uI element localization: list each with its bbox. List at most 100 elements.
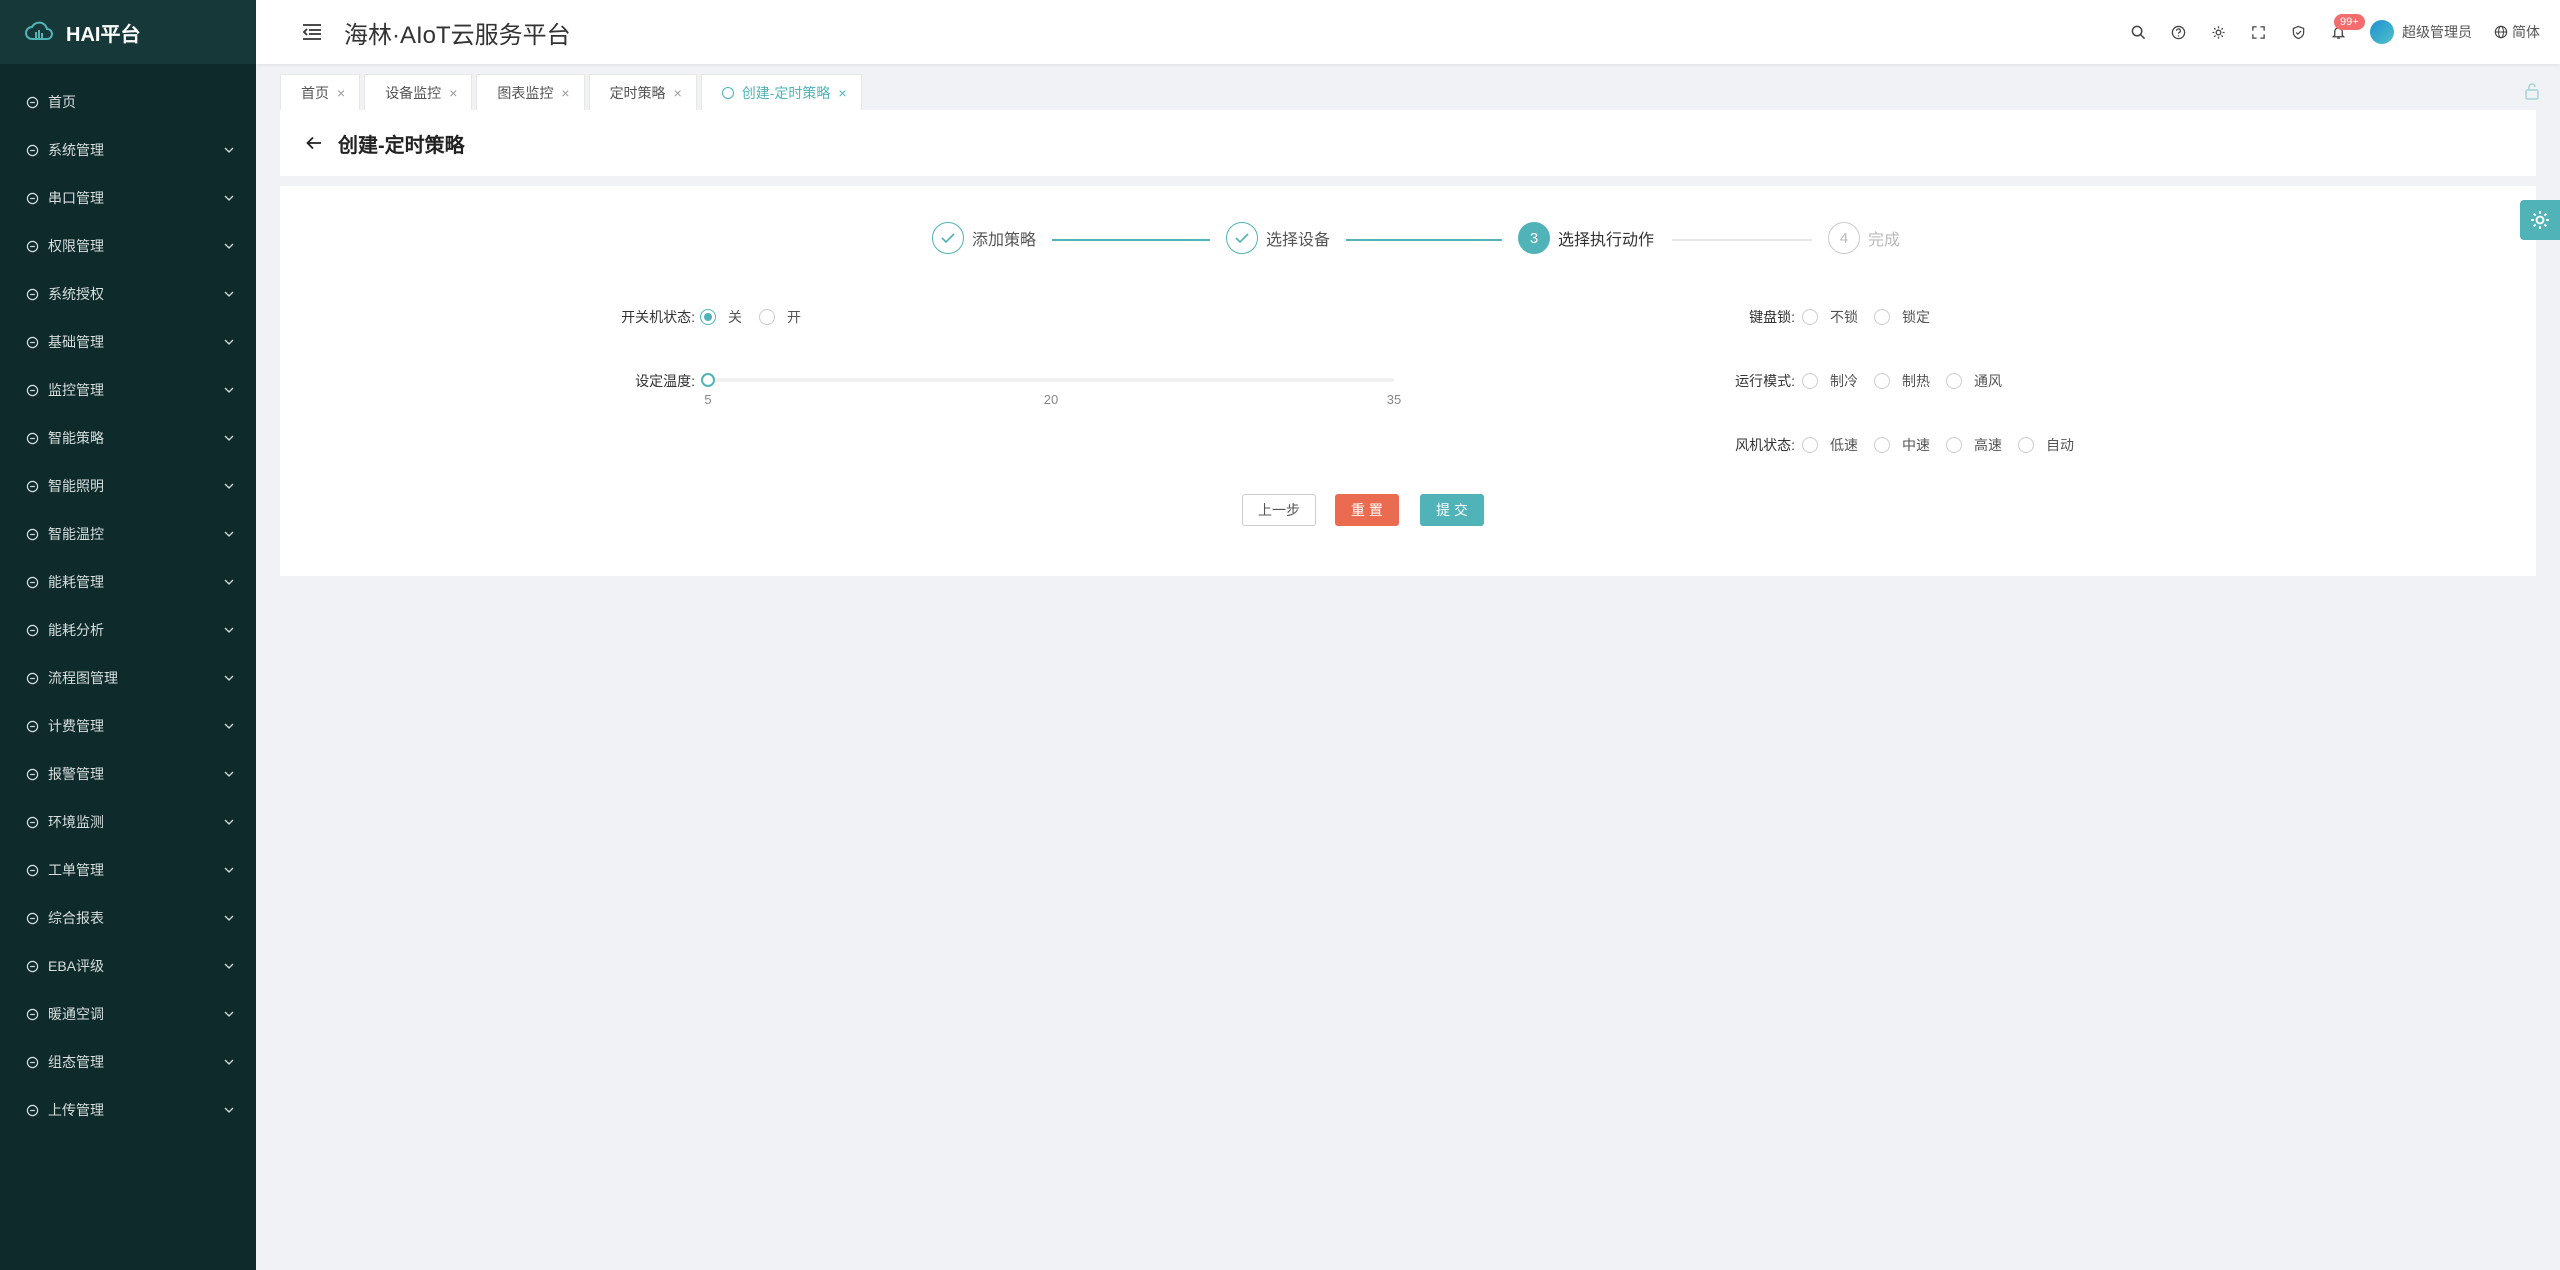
lock-icon[interactable]	[2524, 82, 2540, 100]
sidebar-item[interactable]: 智能温控	[0, 510, 256, 558]
sidebar-item[interactable]: 智能策略	[0, 414, 256, 462]
sidebar-item[interactable]: 系统管理	[0, 126, 256, 174]
fan-auto-radio[interactable]: 自动	[2018, 435, 2074, 455]
monitor-screen-icon	[24, 382, 40, 398]
tab[interactable]: 创建-定时策略 ×	[700, 74, 862, 110]
gear-icon[interactable]	[2198, 12, 2238, 52]
tab-label: 创建-定时策略	[741, 84, 831, 101]
logo[interactable]: HAI平台	[0, 0, 256, 64]
chevron-down-icon	[222, 815, 236, 829]
sidebar-item-label: 组态管理	[48, 1054, 104, 1070]
help-icon[interactable]	[2158, 12, 2198, 52]
reset-button[interactable]: 重 置	[1335, 494, 1399, 526]
sidebar-item[interactable]: 环境监测	[0, 798, 256, 846]
radio-dot	[1874, 309, 1890, 325]
user-menu[interactable]: 超级管理员	[2370, 20, 2472, 44]
sidebar-item-label: 计费管理	[48, 718, 104, 734]
search-icon[interactable]	[2118, 12, 2158, 52]
step-number: 4	[1828, 222, 1860, 254]
keyboard-unlock-radio[interactable]: 不锁	[1802, 307, 1858, 327]
close-icon[interactable]: ×	[449, 85, 457, 101]
back-arrow-icon[interactable]	[304, 133, 324, 153]
sidebar-item[interactable]: EBA评级	[0, 942, 256, 990]
mode-cool-radio[interactable]: 制冷	[1802, 371, 1858, 391]
sidebar-item-label: 流程图管理	[48, 670, 118, 686]
step-label: 选择执行动作	[1558, 232, 1655, 249]
close-icon[interactable]: ×	[561, 85, 569, 101]
sidebar-item[interactable]: 上传管理	[0, 1086, 256, 1134]
step-select-action: 3 选择执行动作	[1518, 222, 1654, 254]
power-off-radio[interactable]: 关	[700, 307, 742, 327]
sidebar-item[interactable]: 串口管理	[0, 174, 256, 222]
prev-step-button[interactable]: 上一步	[1242, 494, 1316, 526]
temperature-label: 设定温度:	[635, 373, 695, 389]
menu-fold-icon[interactable]	[298, 18, 326, 46]
close-icon[interactable]: ×	[838, 85, 846, 101]
tab[interactable]: 设备监控 ×	[364, 74, 473, 110]
chevron-down-icon	[222, 383, 236, 397]
submit-button[interactable]: 提 交	[1420, 494, 1484, 526]
run-mode-label: 运行模式:	[1735, 373, 1795, 389]
step-label: 完成	[1868, 232, 1901, 249]
flow-icon	[24, 670, 40, 686]
fan-low-radio[interactable]: 低速	[1802, 435, 1858, 455]
chevron-down-icon	[222, 479, 236, 493]
radio-label: 高速	[1974, 437, 2002, 453]
sidebar-item[interactable]: 组态管理	[0, 1038, 256, 1086]
sidebar-item[interactable]: 能耗管理	[0, 558, 256, 606]
chevron-down-icon	[222, 575, 236, 589]
radio-dot	[1802, 437, 1818, 453]
tab[interactable]: 首页 ×	[280, 74, 361, 110]
sidebar-item[interactable]: 综合报表	[0, 894, 256, 942]
sidebar-item[interactable]: 能耗分析	[0, 606, 256, 654]
radio-label: 开	[787, 309, 801, 325]
sidebar-item[interactable]: 暖通空调	[0, 990, 256, 1038]
home-icon	[24, 94, 40, 110]
power-on-radio[interactable]: 开	[759, 307, 801, 327]
mode-vent-radio[interactable]: 通风	[1946, 371, 2002, 391]
sidebar-item[interactable]: 权限管理	[0, 222, 256, 270]
chevron-down-icon	[222, 1007, 236, 1021]
fan-medium-radio[interactable]: 中速	[1874, 435, 1930, 455]
sidebar-item[interactable]: 基础管理	[0, 318, 256, 366]
language-switch[interactable]: 简体	[2494, 22, 2540, 42]
theme-settings-button[interactable]	[2520, 200, 2560, 240]
tab[interactable]: 图表监控 ×	[476, 74, 585, 110]
chevron-down-icon	[222, 191, 236, 205]
step-finish: 4 完成	[1828, 222, 1900, 254]
sidebar-item[interactable]: 计费管理	[0, 702, 256, 750]
close-icon[interactable]: ×	[674, 85, 682, 101]
sidebar-item[interactable]: 监控管理	[0, 366, 256, 414]
sidebar-item[interactable]: 报警管理	[0, 750, 256, 798]
config-icon	[24, 1054, 40, 1070]
fan-high-radio[interactable]: 高速	[1946, 435, 2002, 455]
globe-icon	[2494, 25, 2508, 39]
step-label: 添加策略	[972, 232, 1037, 249]
sidebar-item-label: 首页	[48, 94, 76, 110]
chevron-down-icon	[222, 287, 236, 301]
app-title: 海林·AIoT云服务平台	[344, 21, 571, 49]
mode-heat-radio[interactable]: 制热	[1874, 371, 1930, 391]
fullscreen-icon[interactable]	[2238, 12, 2278, 52]
sidebar-item[interactable]: 系统授权	[0, 270, 256, 318]
chevron-down-icon	[222, 335, 236, 349]
slider-handle[interactable]	[701, 373, 715, 387]
layers-icon	[24, 862, 40, 878]
keyboard-lock-radio[interactable]: 锁定	[1874, 307, 1930, 327]
radio-label: 制冷	[1830, 373, 1858, 389]
close-icon[interactable]: ×	[337, 85, 345, 101]
sidebar-item[interactable]: 首页	[0, 78, 256, 126]
upload-icon	[24, 1102, 40, 1118]
radio-dot	[700, 309, 716, 325]
chevron-down-icon	[222, 431, 236, 445]
sidebar-item[interactable]: 流程图管理	[0, 654, 256, 702]
temperature-slider[interactable]: 5 20 35	[701, 373, 1401, 407]
page-header: 创建-定时策略	[280, 110, 2536, 176]
step-number: 3	[1518, 222, 1550, 254]
sidebar-item[interactable]: 智能照明	[0, 462, 256, 510]
bell-icon[interactable]: 99+	[2318, 12, 2365, 52]
tab[interactable]: 定时策略 ×	[588, 74, 697, 110]
report-icon	[24, 910, 40, 926]
sidebar-item[interactable]: 工单管理	[0, 846, 256, 894]
shield-check-icon[interactable]	[2278, 12, 2318, 52]
